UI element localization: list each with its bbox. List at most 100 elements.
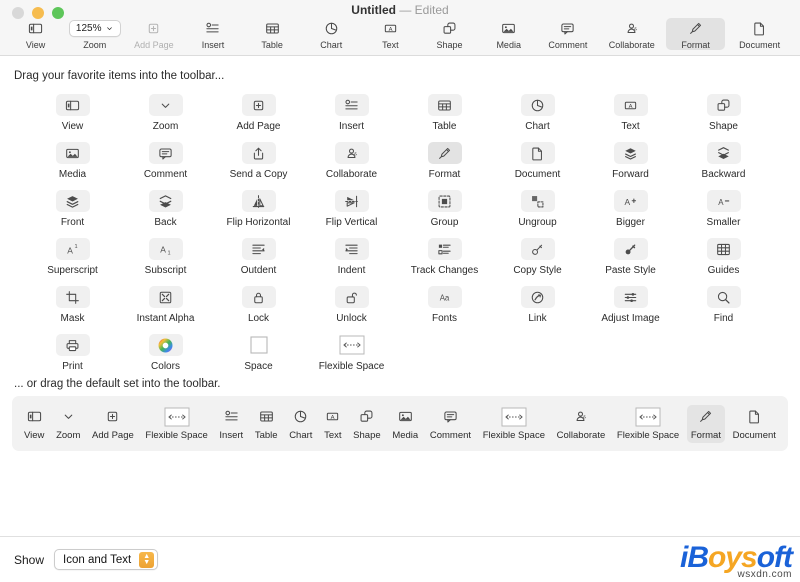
palette-item-guides[interactable]: Guides [677,238,770,276]
default-set-item-media[interactable]: Media [388,405,422,443]
default-set-item-flexible-space[interactable]: Flexible Space [141,405,211,443]
default-set-item-view[interactable]: View [20,405,48,443]
palette-item-superscript[interactable]: A 1 Superscript [26,238,119,276]
toolbar-item-format[interactable]: Format [666,18,726,50]
default-set-item-add-page[interactable]: Add Page [88,405,138,443]
default-set-item-comment[interactable]: Comment [426,405,475,443]
palette-item-view[interactable]: View [26,94,119,132]
lock-icon [241,286,276,308]
palette-item-unlock[interactable]: Unlock [305,286,398,324]
palette-item-forward[interactable]: Forward [584,142,677,180]
toolbar-item-table[interactable]: Table [243,18,302,50]
palette-item-text[interactable]: A Text [584,94,677,132]
palette-item-find[interactable]: Find [677,286,770,324]
palette-item-space[interactable]: Space [212,334,305,372]
palette-item-label: View [61,121,84,132]
palette-item-lock[interactable]: Lock [212,286,305,324]
default-set-item-flexible-space[interactable]: Flexible Space [479,405,549,443]
palette-item-comment[interactable]: Comment [119,142,212,180]
palette-item-indent[interactable]: Indent [305,238,398,276]
palette-item-bigger[interactable]: A Bigger [584,190,677,228]
comment-icon [443,407,458,426]
palette-item-insert[interactable]: Insert [305,94,398,132]
svg-text:1: 1 [75,244,78,250]
toolbar-item-chart[interactable]: Chart [302,18,361,50]
palette-item-outdent[interactable]: Outdent [212,238,305,276]
palette-item-group[interactable]: Group [398,190,491,228]
palette-item-backward[interactable]: Backward [677,142,770,180]
palette-item-shape[interactable]: Shape [677,94,770,132]
palette-item-ungroup[interactable]: Ungroup [491,190,584,228]
palette-item-send-a-copy[interactable]: Send a Copy [212,142,305,180]
default-set-item-insert[interactable]: Insert [215,405,247,443]
default-set-strip[interactable]: View Zoom Add Page Flexible Space Insert Tabl… [12,396,788,451]
default-set-item-zoom[interactable]: Zoom [52,405,84,443]
default-set-item-chart[interactable]: Chart [285,405,316,443]
palette-item-copy-style[interactable]: Copy Style [491,238,584,276]
toolbar-item-text[interactable]: A Text [361,18,420,50]
palette-item-adjust-image[interactable]: Adjust Image [584,286,677,324]
palette-item-smaller[interactable]: A Smaller [677,190,770,228]
track-changes-icon [427,238,462,260]
palette-item-document[interactable]: Document [491,142,584,180]
default-set-item-text[interactable]: A Text [320,405,345,443]
shape-icon [359,407,374,426]
palette-item-table[interactable]: Table [398,94,491,132]
default-set-item-shape[interactable]: Shape [349,405,384,443]
toolbar-item-collaborate[interactable]: Collaborate [597,18,666,50]
palette-item-back[interactable]: Back [119,190,212,228]
palette-item-label: Shape [709,121,738,132]
palette-item-flexible-space[interactable]: Flexible Space [305,334,398,372]
palette-item-colors[interactable]: Colors [119,334,212,372]
palette-item-label: Format [428,169,461,180]
palette-item-front[interactable]: Front [26,190,119,228]
media-icon [501,20,516,37]
front-layer-icon [55,190,90,212]
palette-item-flip-vertical[interactable]: Flip Vertical [305,190,398,228]
document-icon [520,142,555,164]
toolbar-item-insert[interactable]: Insert [183,18,242,50]
superscript-icon: A1 [55,238,90,260]
format-brush-icon [698,407,713,426]
default-set-item-document[interactable]: Document [729,405,780,443]
default-set-item-table[interactable]: Table [251,405,282,443]
show-mode-select[interactable]: Icon and Text ▲ ▼ [54,549,159,570]
subscript-icon: A1 [148,238,183,260]
palette-item-add-page[interactable]: Add Page [212,94,305,132]
default-set-item-format[interactable]: Format [686,405,725,443]
toolbar-item-view[interactable]: View [6,18,65,50]
palette-item-label: Track Changes [410,265,479,276]
palette-item-subscript[interactable]: A 1 Subscript [119,238,212,276]
palette-item-instant-alpha[interactable]: Instant Alpha [119,286,212,324]
default-set-item-flexible-space[interactable]: Flexible Space [613,405,683,443]
palette-item-label: Insert [338,121,364,132]
palette-item-track-changes[interactable]: Track Changes [398,238,491,276]
palette-item-flip-horizontal[interactable]: Flip Horizontal [212,190,305,228]
toolbar-item-document[interactable]: Document [725,18,794,50]
default-set-item-collaborate[interactable]: Collaborate [553,405,610,443]
default-set-item-label: Media [392,430,419,441]
customize-sheet: Drag your favorite items into the toolba… [0,56,800,536]
palette-item-fonts[interactable]: Aa Fonts [398,286,491,324]
palette-item-format[interactable]: Format [398,142,491,180]
ungroup-icon [520,190,555,212]
palette-item-zoom[interactable]: Zoom [119,94,212,132]
toolbar-item-media[interactable]: Media [479,18,538,50]
toolbar-item-zoom[interactable]: 125% Zoom [65,18,124,50]
palette-item-label: Subscript [144,265,187,276]
toolbar-item-label: Shape [436,40,463,50]
toolbar-item-shape[interactable]: Shape [420,18,479,50]
edited-status-label: Edited [414,3,449,17]
palette-item-media[interactable]: Media [26,142,119,180]
palette-item-label: Copy Style [513,265,562,276]
palette-item-paste-style[interactable]: Paste Style [584,238,677,276]
group-icon [427,190,462,212]
toolbar-item-label: Media [496,40,521,50]
palette-item-chart[interactable]: Chart [491,94,584,132]
palette-item-print[interactable]: Print [26,334,119,372]
palette-item-collaborate[interactable]: Collaborate [305,142,398,180]
chevron-updown-icon[interactable]: ▲ ▼ [139,552,155,568]
palette-item-mask[interactable]: Mask [26,286,119,324]
palette-item-link[interactable]: Link [491,286,584,324]
toolbar-item-comment[interactable]: Comment [538,18,597,50]
